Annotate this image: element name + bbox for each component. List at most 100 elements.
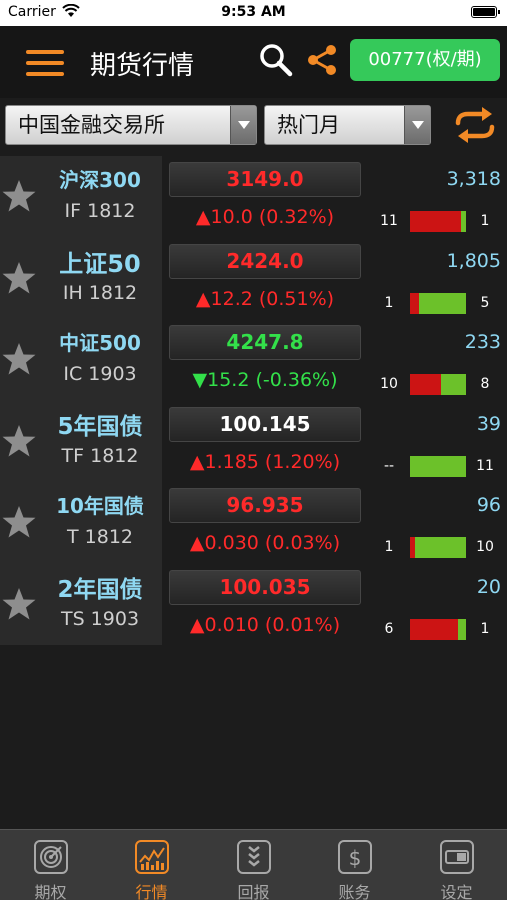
contract-cell: 上证50 IH 1812 xyxy=(0,237,162,319)
contract-code: IH 1812 xyxy=(62,281,138,304)
price-change: ▲12.2 (0.51%) xyxy=(195,287,335,310)
hamburger-menu-icon[interactable] xyxy=(26,50,64,76)
nav-bar: 期货行情 00777(权/期) xyxy=(0,26,507,98)
chevron-down-icon xyxy=(230,106,256,144)
bid-ask-bar xyxy=(410,211,466,232)
tab-reports[interactable]: 回报 xyxy=(203,830,304,900)
bid-quantity: 1 xyxy=(384,294,394,311)
bid-quantity: 6 xyxy=(384,620,394,637)
contract-cell: 2年国债 TS 1903 xyxy=(0,563,162,645)
last-price[interactable]: 100.145 xyxy=(169,406,361,442)
star-icon[interactable] xyxy=(0,586,38,622)
bid-quantity: -- xyxy=(383,457,395,474)
target-icon xyxy=(34,840,68,874)
month-select-value: 热门月 xyxy=(277,113,340,137)
star-icon[interactable] xyxy=(0,260,38,296)
bid-bar xyxy=(410,618,458,640)
last-price[interactable]: 100.035 xyxy=(169,569,361,605)
clock: 9:53 AM xyxy=(221,4,286,20)
contract-name: 5年国债 xyxy=(57,413,143,440)
chevron-down-icon xyxy=(404,106,430,144)
tab-label: 回报 xyxy=(237,883,270,900)
contract-cell: 5年国债 TF 1812 xyxy=(0,400,162,482)
bid-quantity: 11 xyxy=(380,213,398,229)
bid-bar xyxy=(410,211,461,232)
price-change: ▲0.010 (0.01%) xyxy=(189,613,341,636)
exchange-select-value: 中国金融交易所 xyxy=(18,113,165,137)
tab-label: 账务 xyxy=(338,883,371,900)
star-icon[interactable] xyxy=(0,423,38,459)
quote-row[interactable]: 沪深300 IF 1812 3149.0 ▲10.0 (0.32%) 3,318… xyxy=(0,156,507,238)
bid-bar xyxy=(410,292,419,314)
volume: 3,318 xyxy=(446,168,501,190)
ask-quantity: 8 xyxy=(480,376,490,392)
ask-bar xyxy=(410,455,466,477)
contract-name: 10年国债 xyxy=(56,494,144,518)
tab-settings[interactable]: 设定 xyxy=(406,830,507,900)
ask-bar xyxy=(458,618,466,640)
battery-icon xyxy=(471,6,500,18)
contract-cell: 沪深300 IF 1812 xyxy=(0,156,162,238)
last-price[interactable]: 3149.0 xyxy=(169,162,361,197)
page-title: 期货行情 xyxy=(90,51,195,81)
share-icon[interactable] xyxy=(304,42,340,78)
tab-label: 期权 xyxy=(34,883,67,900)
ask-quantity: 1 xyxy=(480,213,490,229)
ask-bar xyxy=(461,211,466,232)
ask-quantity: 1 xyxy=(480,620,490,637)
last-price[interactable]: 2424.0 xyxy=(169,243,361,279)
bid-bar xyxy=(410,374,441,395)
quote-row[interactable]: 5年国债 TF 1812 100.145 ▲1.185 (1.20%) 39 -… xyxy=(0,400,507,482)
contract-code: T 1812 xyxy=(67,526,133,548)
tab-label: 行情 xyxy=(135,883,168,900)
volume: 96 xyxy=(476,494,501,516)
contract-cell: 中证500 IC 1903 xyxy=(0,319,162,401)
volume: 39 xyxy=(476,412,501,435)
contract-code: TS 1903 xyxy=(60,607,140,630)
quote-row[interactable]: 中证500 IC 1903 4247.8 ▼15.2 (-0.36%) 233 … xyxy=(0,319,507,401)
contract-cell: 10年国债 T 1812 xyxy=(0,482,162,564)
chart-icon xyxy=(135,840,169,874)
bid-quantity: 10 xyxy=(380,376,398,392)
tab-label: 设定 xyxy=(440,883,473,900)
exchange-select[interactable]: 中国金融交易所 xyxy=(5,105,257,145)
volume: 233 xyxy=(464,331,501,353)
price-change: ▲10.0 (0.32%) xyxy=(195,206,335,228)
price-change: ▲0.030 (0.03%) xyxy=(189,532,341,554)
ask-quantity: 5 xyxy=(480,294,490,311)
ask-bar xyxy=(415,537,466,558)
tab-bar: 期权 行情 回报 $ 账务 设定 xyxy=(0,829,507,900)
price-change: ▲1.185 (1.20%) xyxy=(189,450,341,473)
last-price[interactable]: 4247.8 xyxy=(169,325,361,360)
quote-list: 沪深300 IF 1812 3149.0 ▲10.0 (0.32%) 3,318… xyxy=(0,156,507,645)
tab-accounts[interactable]: $ 账务 xyxy=(304,830,405,900)
ask-bar xyxy=(441,374,466,395)
tab-options[interactable]: 期权 xyxy=(0,830,101,900)
quote-row[interactable]: 10年国债 T 1812 96.935 ▲0.030 (0.03%) 96 1 … xyxy=(0,482,507,564)
settings-icon xyxy=(440,840,474,874)
status-bar: Carrier 9:53 AM xyxy=(0,0,507,26)
account-button[interactable]: 00777(权/期) xyxy=(350,39,500,81)
star-icon[interactable] xyxy=(0,341,38,377)
last-price[interactable]: 96.935 xyxy=(169,488,361,523)
star-icon[interactable] xyxy=(0,178,38,214)
refresh-icon[interactable] xyxy=(452,106,498,144)
contract-code: IF 1812 xyxy=(64,200,136,222)
month-select[interactable]: 热门月 xyxy=(264,105,431,145)
volume: 1,805 xyxy=(446,249,501,272)
quote-row[interactable]: 上证50 IH 1812 2424.0 ▲12.2 (0.51%) 1,805 … xyxy=(0,237,507,319)
contract-name: 沪深300 xyxy=(59,168,141,192)
quote-row[interactable]: 2年国债 TS 1903 100.035 ▲0.010 (0.01%) 20 6… xyxy=(0,563,507,645)
filter-bar: 中国金融交易所 热门月 xyxy=(0,98,507,154)
ask-bar xyxy=(419,292,466,314)
tab-quotes[interactable]: 行情 xyxy=(101,830,202,900)
contract-name: 2年国债 xyxy=(57,576,143,603)
report-icon xyxy=(237,840,271,874)
contract-code: TF 1812 xyxy=(61,444,139,467)
contract-name: 上证50 xyxy=(59,249,141,278)
dollar-icon: $ xyxy=(338,840,372,874)
bid-quantity: 1 xyxy=(384,539,394,555)
search-icon[interactable] xyxy=(258,42,294,80)
star-icon[interactable] xyxy=(0,504,38,540)
ask-quantity: 10 xyxy=(476,539,494,555)
